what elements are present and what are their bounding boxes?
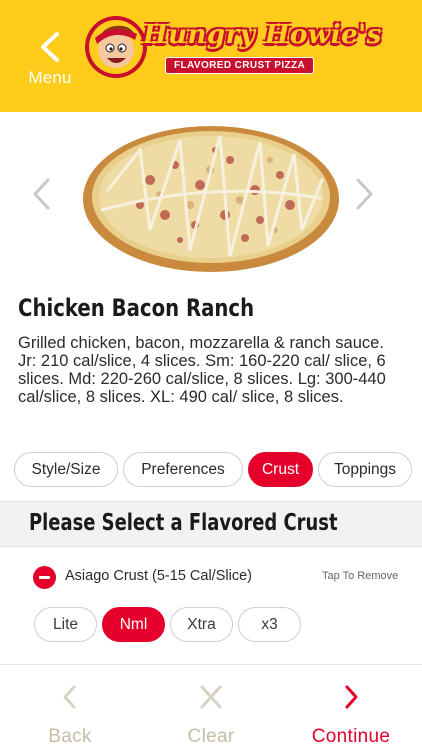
- brand-tagline: FLAVORED CRUST PIZZA: [165, 57, 315, 74]
- tab-toppings[interactable]: Toppings: [318, 452, 412, 487]
- selected-crust-label: Asiago Crust (5-15 Cal/Slice): [65, 568, 252, 584]
- selected-crust-row: Asiago Crust (5-15 Cal/Slice) Tap To Rem…: [0, 556, 422, 598]
- continue-label: Continue: [311, 726, 391, 747]
- back-to-menu-button[interactable]: Menu: [20, 30, 80, 94]
- item-nutrition: Jr: 210 cal/slice, 4 slices. Sm: 160-220…: [18, 352, 386, 406]
- menu-label: Menu: [28, 68, 72, 87]
- tab-style-size[interactable]: Style/Size: [14, 452, 118, 487]
- brand-logo: Hungry Howie's FLAVORED CRUST PIZZA: [83, 14, 381, 80]
- clear-label: Clear: [187, 726, 235, 747]
- chevron-left-icon[interactable]: [28, 174, 54, 214]
- back-label: Back: [48, 726, 92, 747]
- chevron-left-icon: [63, 685, 76, 709]
- item-description-block: Grilled chicken, bacon, mozzarella & ran…: [18, 334, 408, 406]
- clear-button[interactable]: Clear: [151, 665, 271, 750]
- brand-name: Hungry Howie's: [143, 20, 382, 50]
- amount-extra-button[interactable]: Xtra: [170, 607, 233, 642]
- amount-triple-button[interactable]: x3: [238, 607, 301, 642]
- customize-tabs: Style/Size Preferences Crust Toppings: [14, 452, 412, 487]
- tap-to-remove-link[interactable]: Tap To Remove: [322, 570, 398, 582]
- amount-lite-button[interactable]: Lite: [34, 607, 97, 642]
- chevron-right-icon[interactable]: [352, 174, 378, 214]
- remove-icon[interactable]: [33, 566, 56, 589]
- amount-normal-button[interactable]: Nml: [102, 607, 165, 642]
- pizza-image: [83, 126, 339, 272]
- item-title: Chicken Bacon Ranch: [18, 294, 255, 322]
- chevron-right-icon: [345, 685, 358, 709]
- tab-crust[interactable]: Crust: [248, 452, 313, 487]
- section-header: Please Select a Flavored Crust: [0, 501, 422, 547]
- app-header: Menu Hungry Howie's FLAVORED CRUST PIZZA: [0, 0, 422, 112]
- continue-button[interactable]: Continue: [291, 665, 411, 750]
- crust-amount-options: Lite Nml Xtra x3: [34, 607, 301, 642]
- item-description: Grilled chicken, bacon, mozzarella & ran…: [18, 334, 384, 352]
- back-button[interactable]: Back: [10, 665, 130, 750]
- mascot-icon: [85, 16, 147, 78]
- tab-preferences[interactable]: Preferences: [123, 452, 243, 487]
- product-image-carousel: [0, 112, 422, 282]
- bottom-navigation: Back Clear Continue: [0, 665, 422, 750]
- chevron-left-icon: [41, 32, 59, 62]
- section-title: Please Select a Flavored Crust: [29, 510, 338, 536]
- close-icon: [200, 685, 222, 709]
